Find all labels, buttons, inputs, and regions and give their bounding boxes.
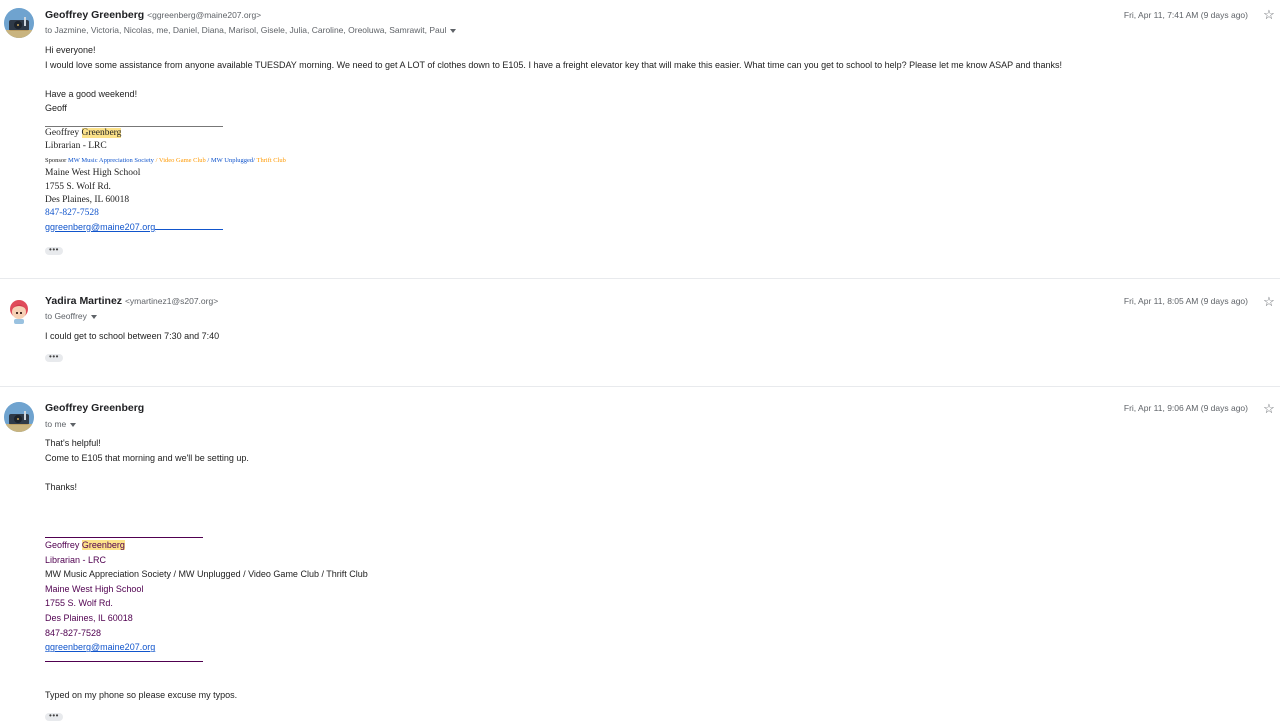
signature: Geoffrey Greenberg Librarian - LRC Spons… <box>45 117 286 234</box>
sender-email: <ggreenberg@maine207.org> <box>147 10 262 20</box>
signature-email[interactable]: ggreenberg@maine207.org <box>45 222 155 232</box>
sender-name[interactable]: Geoffrey Greenberg <box>45 402 144 414</box>
message-body: Hi everyone! I would love some assistanc… <box>45 43 1062 116</box>
message-body: I could get to school between 7:30 and 7… <box>45 329 219 344</box>
body-line: Thanks! <box>45 481 78 492</box>
star-icon[interactable]: ☆ <box>1262 402 1276 416</box>
signature: Geoffrey Greenberg Librarian - LRC MW Mu… <box>45 527 368 662</box>
signature-title: Librarian - LRC <box>45 554 107 565</box>
signature-title: Librarian - LRC <box>45 141 107 152</box>
sender-line: Geoffrey Greenberg <ggreenberg@maine207.… <box>45 9 261 21</box>
body-line: I could get to school between 7:30 and 7… <box>45 331 220 341</box>
body-line <box>45 72 1062 87</box>
message-date: Fri, Apr 11, 8:05 AM (9 days ago) <box>1123 296 1248 306</box>
sender-avatar[interactable] <box>4 402 34 432</box>
club-link[interactable]: Video Game Club <box>159 157 206 164</box>
show-trimmed-content-button[interactable]: ••• <box>45 352 63 362</box>
show-trimmed-content-button[interactable]: ••• <box>45 245 63 255</box>
message-footer: Typed on my phone so please excuse my ty… <box>45 688 237 703</box>
star-icon[interactable]: ☆ <box>1262 295 1276 309</box>
signature-email-row: ggreenberg@maine207.org <box>45 640 368 655</box>
signature-rule <box>45 655 203 662</box>
turntable-icon <box>4 8 34 38</box>
message-body: That's helpful! Come to E105 that mornin… <box>45 436 249 494</box>
signature-email-row: ggreenberg@maine207.org <box>45 221 286 234</box>
body-line: Have a good weekend! <box>45 88 138 99</box>
signature-address: 1755 S. Wolf Rd. <box>45 181 111 192</box>
sender-avatar[interactable] <box>4 296 34 326</box>
body-line: Hi everyone! <box>45 45 96 55</box>
signature-address: 1755 S. Wolf Rd. <box>45 598 113 609</box>
signature-email[interactable]: ggreenberg@maine207.org <box>45 642 155 652</box>
club-link[interactable]: MW Unplugged <box>211 157 253 164</box>
body-line <box>45 465 249 480</box>
sender-line: Yadira Martinez <ymartinez1@s207.org> <box>45 295 218 307</box>
recipients-line[interactable]: to Jazmine, Victoria, Nicolas, me, Danie… <box>45 25 457 35</box>
recipients-line[interactable]: to me <box>45 419 77 429</box>
sender-name[interactable]: Geoffrey Greenberg <box>45 9 144 21</box>
chevron-down-icon[interactable] <box>90 314 97 319</box>
signature-phone[interactable]: 847-827-7528 <box>45 626 368 641</box>
sender-email: <ymartinez1@s207.org> <box>124 296 219 306</box>
signature-name: Geoffrey Greenberg <box>45 540 125 550</box>
more-horiz-icon: ••• <box>49 352 59 361</box>
signature-city: Des Plaines, IL 60018 <box>45 195 130 206</box>
sender-name[interactable]: Yadira Martinez <box>45 295 122 307</box>
star-icon[interactable]: ☆ <box>1262 8 1276 22</box>
sender-line: Geoffrey Greenberg <box>45 402 144 414</box>
signature-school: Maine West High School <box>45 583 144 594</box>
chevron-down-icon[interactable] <box>70 422 77 427</box>
body-line: I would love some assistance from anyone… <box>45 59 1063 70</box>
body-line: That's helpful! <box>45 438 101 448</box>
signature-rule <box>45 527 203 538</box>
signature-school: Maine West High School <box>45 168 141 179</box>
footer-line: Typed on my phone so please excuse my ty… <box>45 690 238 700</box>
message-date: Fri, Apr 11, 7:41 AM (9 days ago) <box>1123 10 1248 20</box>
girl-avatar-icon <box>10 300 28 324</box>
show-trimmed-content-button[interactable]: ••• <box>45 711 63 721</box>
recipients-text: to Jazmine, Victoria, Nicolas, me, Danie… <box>45 25 447 35</box>
recipients-text: to me <box>45 419 67 429</box>
message-divider <box>0 386 1280 387</box>
message-divider <box>0 278 1280 279</box>
body-line: Come to E105 that morning and we'll be s… <box>45 452 249 463</box>
chevron-down-icon[interactable] <box>450 28 457 33</box>
recipients-text: to Geoffrey <box>45 311 87 321</box>
signature-clubs: MW Music Appreciation Society / MW Unplu… <box>45 569 368 580</box>
turntable-icon <box>4 402 34 432</box>
club-link[interactable]: Thrift Club <box>257 157 286 164</box>
signature-city: Des Plaines, IL 60018 <box>45 612 133 623</box>
signature-clubs: Sponsor MW Music Appreciation Society / … <box>45 156 286 164</box>
signature-phone[interactable]: 847-827-7528 <box>45 207 286 220</box>
message-date: Fri, Apr 11, 9:06 AM (9 days ago) <box>1123 403 1248 413</box>
more-horiz-icon: ••• <box>49 245 59 254</box>
signature-name: Geoffrey Greenberg <box>45 128 122 138</box>
signature-rule <box>45 117 223 127</box>
recipients-line[interactable]: to Geoffrey <box>45 311 97 321</box>
club-link[interactable]: MW Music Appreciation Society <box>68 157 154 164</box>
body-line: Geoff <box>45 103 67 114</box>
more-horiz-icon: ••• <box>49 711 59 720</box>
sender-avatar[interactable] <box>4 8 34 38</box>
